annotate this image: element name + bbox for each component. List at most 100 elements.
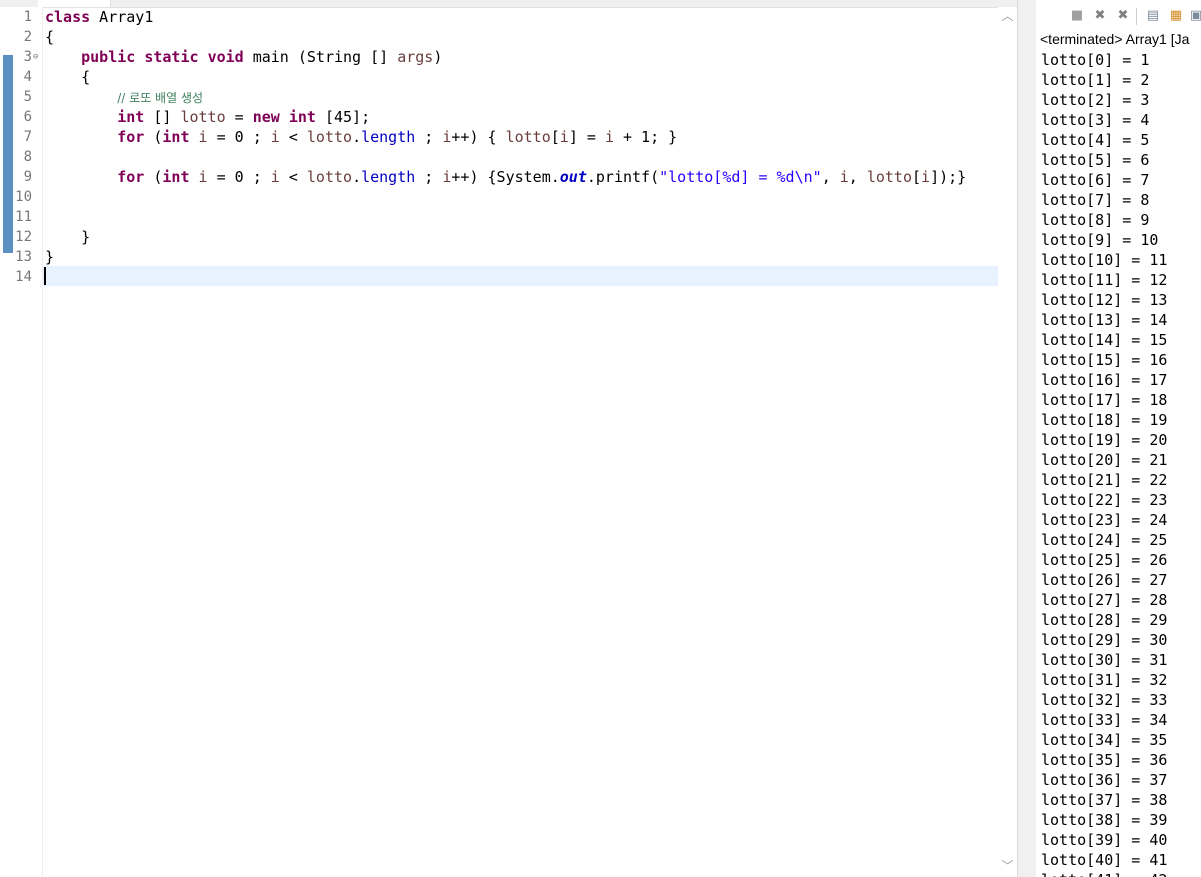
console-output-line: lotto[20] = 21 [1041,451,1168,469]
editor-vertical-scrollbar[interactable]: ︿ ﹀ [998,7,1017,877]
console-output-line: lotto[5] = 6 [1041,151,1150,169]
console-output-line: lotto[30] = 31 [1041,651,1168,669]
code-token: . [352,128,362,146]
console-output-line: lotto[22] = 23 [1041,491,1168,509]
code-token: .printf( [586,168,660,186]
code-token: , [848,168,867,186]
console-process-label: <terminated> Array1 [Ja [1040,31,1190,47]
console-output-line: lotto[6] = 7 [1041,171,1150,189]
terminate-icon[interactable]: ■ [1069,8,1085,24]
code-line[interactable]: for (int i = 0 ; i < lotto.length ; i ++)… [45,167,966,187]
console-output-line: lotto[7] = 8 [1041,191,1150,209]
current-line-highlight [43,266,998,286]
show-console-icon[interactable]: ▣ [1188,8,1201,24]
word-wrap-icon[interactable]: ▦ [1168,8,1184,24]
console-output-line: lotto[31] = 32 [1041,671,1168,689]
console-output-line: lotto[33] = 34 [1041,711,1168,729]
code-token: static [144,48,199,66]
console-output-line: lotto[19] = 20 [1041,431,1168,449]
console-output-line: lotto[16] = 17 [1041,371,1168,389]
code-token: i [270,168,280,186]
line-number: 14 [15,269,32,285]
code-token: , [821,168,840,186]
code-token: [ [550,128,560,146]
code-line[interactable]: } [45,227,90,247]
code-token: } [45,248,55,266]
code-line[interactable]: for (int i = 0 ; i < lotto.length ; i ++)… [45,127,677,147]
code-token: i [604,128,614,146]
code-token: ]);} [930,168,967,186]
code-token: lotto [505,128,551,146]
line-number: 8 [23,149,32,165]
console-output-line: lotto[2] = 3 [1041,91,1150,109]
code-token: < [279,168,307,186]
code-token: = 0 ; [207,168,271,186]
code-token: . [352,168,362,186]
code-token: i [839,168,849,186]
code-token: i [921,168,931,186]
line-number-gutter: 1 2 3 4 5 6 7 8 9 10 11 12 13 14 ⊖ [0,7,43,877]
code-token: class [45,8,91,26]
console-output-line: lotto[29] = 30 [1041,631,1168,649]
console-output: lotto[0] = 1 lotto[1] = 2 lotto[2] = 3 lott… [1041,50,1167,877]
scroll-down-icon[interactable]: ﹀ [998,857,1017,875]
console-output-line: lotto[10] = 11 [1041,251,1168,269]
console-output-line: lotto[4] = 5 [1041,131,1150,149]
code-token: "lotto[%d] = %d\n" [659,168,822,186]
code-token: args [397,48,434,66]
console-output-line: lotto[12] = 13 [1041,291,1168,309]
console-output-line: lotto[21] = 22 [1041,471,1168,489]
code-token: i [198,168,208,186]
scroll-lock-icon[interactable]: ▤ [1145,8,1161,24]
console-output-line: lotto[13] = 14 [1041,311,1168,329]
toolbar-separator [1136,8,1137,25]
code-line[interactable]: int [] lotto = new int [45]; [45,107,370,127]
line-number: 11 [15,209,32,225]
line-number: 3 [23,49,32,65]
text-caret [44,267,46,285]
line-number: 9 [23,169,32,185]
code-line[interactable]: { [45,27,54,47]
code-token: i [270,128,280,146]
code-line[interactable]: class Array1 [45,7,153,27]
code-token: i [198,128,208,146]
fold-collapse-icon[interactable]: ⊖ [33,47,42,67]
code-token: lotto [866,168,912,186]
code-token: // 로또 배열 생성 [117,91,204,105]
line-number: 4 [23,69,32,85]
code-token: } [45,228,91,246]
line-number: 5 [23,89,32,105]
line-number: 7 [23,129,32,145]
code-token: [ [912,168,922,186]
editor-tab-array1[interactable] [38,0,111,7]
code-line[interactable]: // 로또 배열 생성 [45,87,203,107]
code-line[interactable]: public static void main (String [] args) [45,47,442,67]
code-token: { [45,68,91,86]
code-token: int [117,108,145,126]
line-number: 10 [15,189,32,205]
code-token: ++) { [451,128,506,146]
code-token: Array1 [90,8,154,26]
console-output-line: lotto[36] = 37 [1041,771,1168,789]
code-editor[interactable]: 1 2 3 4 5 6 7 8 9 10 11 12 13 14 ⊖ class Array1{ publi… [0,0,1017,877]
code-line[interactable]: { [45,67,90,87]
code-token: = 0 ; [207,128,271,146]
view-divider[interactable] [1017,0,1037,877]
console-view[interactable]: ■ ✖ ✖ ▤ ▦ ▣ <terminated> Array1 [Ja lotto[0] … [1036,0,1201,877]
remove-launch-icon[interactable]: ✖ [1092,8,1108,24]
code-line[interactable]: } [45,247,54,267]
remove-all-terminated-icon[interactable]: ✖ [1115,8,1131,24]
console-output-line: lotto[25] = 26 [1041,551,1168,569]
code-token: ( [144,128,163,146]
scroll-up-icon[interactable]: ︿ [998,7,1017,25]
console-output-line: lotto[18] = 19 [1041,411,1168,429]
code-token: new [252,108,280,126]
console-output-line: lotto[34] = 35 [1041,731,1168,749]
code-token: int [288,108,316,126]
